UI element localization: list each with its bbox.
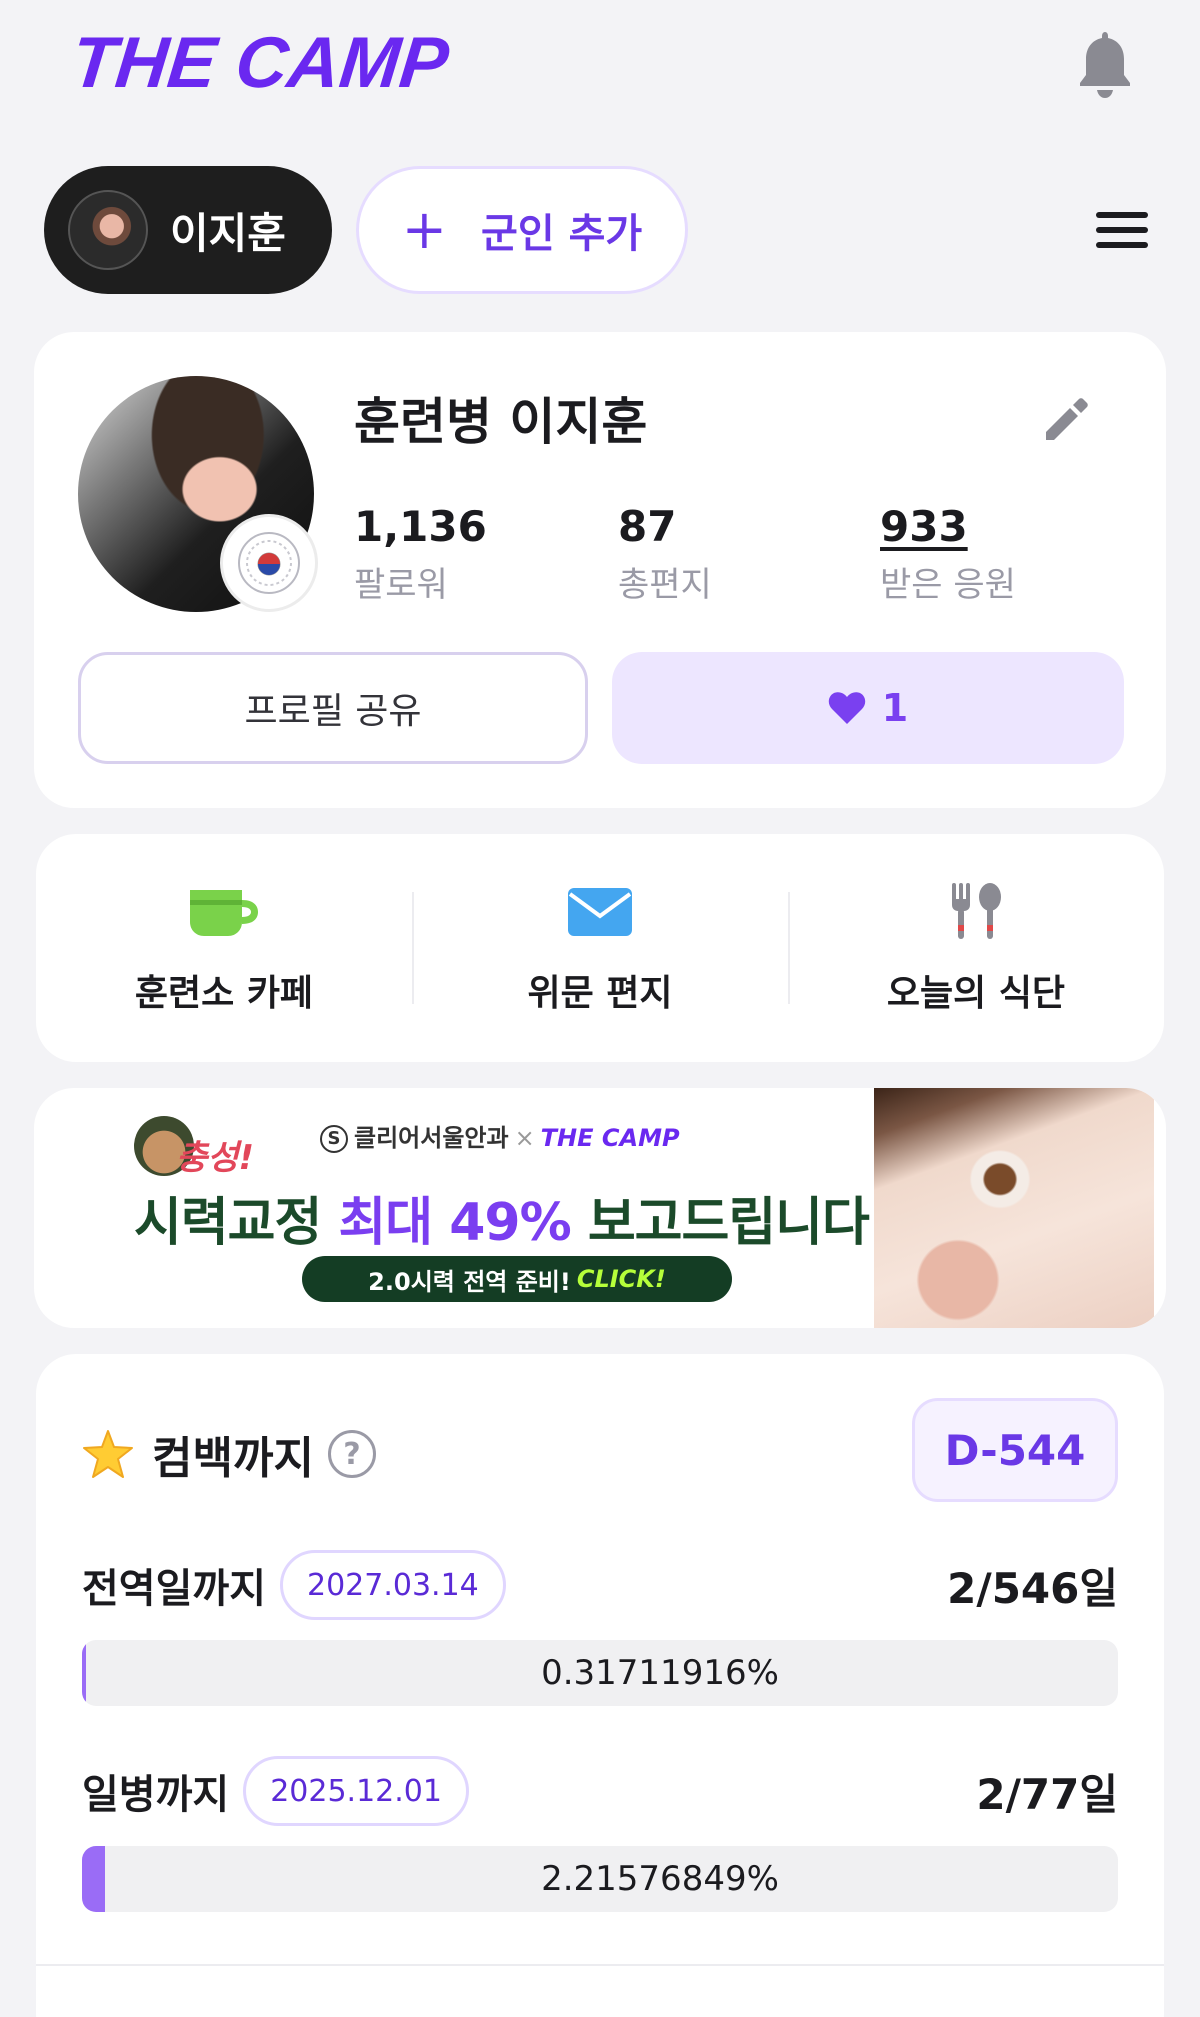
app-header: THE CAMP — [0, 0, 1200, 150]
progress-bar: 0.31711916% — [82, 1640, 1118, 1706]
followers-count: 1,136 — [354, 502, 487, 551]
menu-label-meal: 오늘의 식단 — [886, 973, 1066, 1014]
comeback-card: 컴백까지 ? D-544 전역일까지 2027.03.14 2/546일 0.3… — [36, 1354, 1164, 2017]
banner-brand: S 클리어서울안과 × THE CAMP — [320, 1118, 680, 1153]
progress-percent: 2.21576849% — [541, 1859, 779, 1899]
cheers-count: 933 — [880, 502, 968, 551]
progress-bar: 2.21576849% — [82, 1846, 1118, 1912]
progress-private: 일병까지 2025.12.01 2/77일 2.21576849% — [82, 1756, 1118, 1912]
headline-post: 보고드립니다! — [570, 1193, 893, 1253]
menu-icon[interactable] — [1096, 212, 1148, 248]
army-emblem-icon — [220, 514, 318, 612]
heart-icon — [828, 692, 865, 724]
stat-letters[interactable]: 87 총편지 — [618, 502, 712, 606]
profile-card: 훈련병 이지훈 1,136 팔로워 87 총편지 933 받은 응원 프로필 공… — [34, 332, 1166, 808]
progress-percent: 0.31711916% — [541, 1653, 779, 1693]
banner-face-image — [874, 1088, 1154, 1328]
menu-item-cafe[interactable]: 훈련소 카페 — [36, 834, 412, 1062]
letters-count: 87 — [618, 502, 677, 551]
divider — [36, 1964, 1164, 1966]
headline-highlight: 최대 49% — [338, 1193, 571, 1253]
soldier-avatar — [68, 190, 148, 270]
banner-cta[interactable]: 2.0시력 전역 준비! CLICK! — [302, 1256, 732, 1302]
banner-headline: 시력교정 최대 49% 보고드립니다! — [134, 1180, 893, 1255]
like-button[interactable]: 1 — [612, 652, 1124, 764]
clinic-logo-icon: S — [320, 1125, 348, 1153]
plus-icon: + — [401, 198, 448, 261]
menu-item-meal[interactable]: 오늘의 식단 — [788, 834, 1164, 1062]
banner-cheer: 충성! — [176, 1138, 255, 1178]
headline-pre: 시력교정 — [134, 1193, 339, 1253]
active-soldier-tab[interactable]: 이지훈 — [44, 166, 332, 294]
progress-discharge: 전역일까지 2027.03.14 2/546일 0.31711916% — [82, 1550, 1118, 1706]
progress-date-badge: 2027.03.14 — [280, 1550, 506, 1620]
banner-partner: THE CAMP — [540, 1124, 680, 1152]
cheers-label: 받은 응원 — [880, 565, 1016, 605]
ad-banner[interactable]: 충성! S 클리어서울안과 × THE CAMP 시력교정 최대 49% 보고드립니다… — [34, 1088, 1166, 1328]
dday-badge: D-544 — [912, 1398, 1118, 1502]
like-count: 1 — [881, 686, 909, 730]
progress-label: 전역일까지 — [82, 1566, 266, 1612]
cup-icon — [184, 880, 264, 944]
progress-label: 일병까지 — [82, 1772, 230, 1818]
clinic-name: 클리어서울안과 — [354, 1124, 509, 1152]
add-soldier-button[interactable]: + 군인 추가 — [356, 166, 688, 294]
app-logo[interactable]: THE CAMP — [68, 22, 453, 104]
share-profile-button[interactable]: 프로필 공유 — [78, 652, 588, 764]
menu-item-letter[interactable]: 위문 편지 — [412, 834, 788, 1062]
bell-icon[interactable] — [1076, 28, 1134, 100]
utensils-icon — [936, 880, 1016, 944]
progress-date-badge: 2025.12.01 — [243, 1756, 469, 1826]
comeback-title-row: 컴백까지 ? — [82, 1422, 376, 1486]
menu-label-cafe: 훈련소 카페 — [134, 973, 314, 1014]
banner-separator: × — [514, 1124, 535, 1152]
banner-click: CLICK! — [576, 1265, 666, 1293]
help-icon[interactable]: ? — [327, 1430, 376, 1478]
followers-label: 팔로워 — [354, 565, 448, 605]
progress-count: 2/77일 — [976, 1769, 1118, 1819]
letters-label: 총편지 — [618, 565, 712, 605]
quick-menu: 훈련소 카페 위문 편지 오늘의 식단 — [36, 834, 1164, 1062]
stat-followers[interactable]: 1,136 팔로워 — [354, 502, 487, 606]
stat-cheers[interactable]: 933 받은 응원 — [880, 502, 1016, 606]
envelope-icon — [560, 880, 640, 944]
comeback-title: 컴백까지 — [152, 1433, 314, 1484]
star-icon — [83, 1430, 133, 1478]
progress-count: 2/546일 — [947, 1563, 1118, 1613]
banner-sub-text: 2.0시력 전역 준비! — [368, 1267, 571, 1296]
profile-name: 훈련병 이지훈 — [354, 393, 648, 451]
soldier-tab-name: 이지훈 — [170, 208, 286, 258]
menu-label-letter: 위문 편지 — [527, 973, 673, 1014]
pencil-icon[interactable] — [1038, 392, 1092, 446]
add-soldier-label: 군인 추가 — [481, 211, 643, 257]
